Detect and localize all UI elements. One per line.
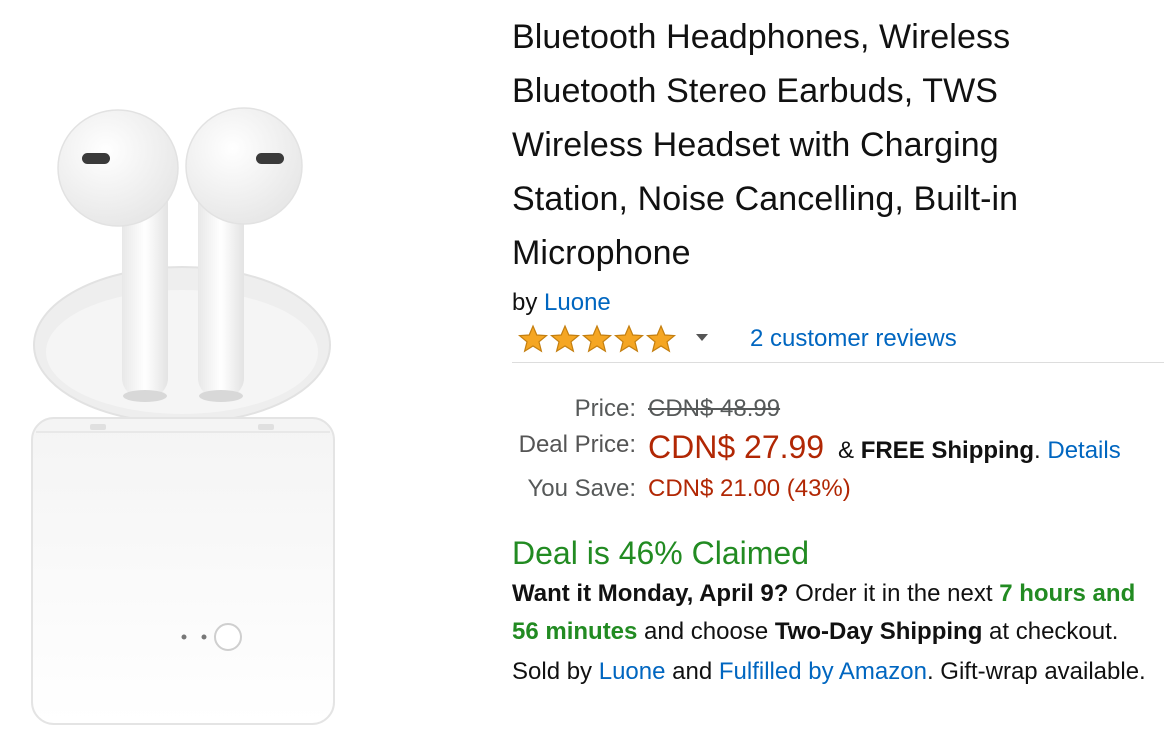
deal-price-value: CDN$ 27.99 [648, 429, 825, 465]
delivery-shipping-method: Two-Day Shipping [774, 618, 983, 645]
price-label: Price: [574, 395, 636, 422]
customer-reviews-link[interactable]: 2 customer reviews [750, 324, 957, 354]
you-save-value: CDN$ 21.00 (43%) [648, 475, 851, 502]
fulfilled-by-amazon-link[interactable]: Fulfilled by Amazon [719, 658, 927, 685]
earbuds-with-charging-case-image[interactable] [0, 0, 490, 756]
product-title-line: Bluetooth Headphones, Wireless [512, 18, 1011, 56]
byline-prefix: by [512, 289, 538, 316]
delivery-message: Want it Monday, April 9? Order it in the… [512, 575, 1152, 651]
delivery-choose-text: and choose [637, 618, 775, 645]
you-save-row: You Save: CDN$ 21.00 (43%) [512, 471, 1162, 511]
product-title: Bluetooth Headphones, Wireless Bluetooth… [512, 10, 1162, 280]
list-price-value: CDN$ 48.99 [648, 395, 781, 422]
price-block: Price: CDN$ 48.99 Deal Price: CDN$ 27.99… [512, 391, 1162, 511]
delivery-checkout-text: at checkout. [982, 618, 1119, 645]
sold-by-prefix: Sold by [512, 658, 599, 685]
delivery-date: Want it Monday, April 9? [512, 580, 789, 607]
product-title-line: Wireless Headset with Charging [512, 126, 999, 164]
shipping-details-link[interactable]: Details [1047, 437, 1120, 464]
star-rating[interactable] [518, 324, 678, 354]
seller-info: Sold by Luone and Fulfilled by Amazon. G… [512, 653, 1152, 691]
gift-wrap-text: . Gift-wrap available. [926, 658, 1146, 685]
product-title-line: Station, Noise Cancelling, Built-in [512, 180, 1019, 218]
product-title-line: Bluetooth Stereo Earbuds, TWS [512, 72, 999, 110]
brand-link[interactable]: Luone [544, 289, 611, 316]
delivery-order-text: Order it in the next [788, 580, 1000, 607]
product-info: Bluetooth Headphones, Wireless Bluetooth… [512, 10, 1164, 691]
deal-price-row: Deal Price: CDN$ 27.99 & FREE Shipping. … [512, 429, 1162, 471]
shipping-prefix: & [838, 437, 855, 464]
product-image-pane[interactable] [0, 0, 490, 756]
chevron-down-icon[interactable] [696, 334, 708, 341]
list-price-row: Price: CDN$ 48.99 [512, 391, 1162, 431]
seller-and-text: and [665, 658, 719, 685]
seller-link[interactable]: Luone [599, 658, 666, 685]
deal-price-label: Deal Price: [518, 431, 636, 458]
you-save-label: You Save: [527, 475, 636, 502]
byline: by Luone [512, 288, 1162, 318]
deal-claimed-status: Deal is 46% Claimed [512, 535, 810, 571]
shipping-period: . [1034, 437, 1041, 464]
shipping-info: & FREE Shipping. Details [838, 437, 1121, 465]
divider [512, 362, 1164, 363]
rating-row: 2 customer reviews [512, 320, 1162, 358]
product-title-line: Microphone [512, 234, 691, 272]
free-shipping-text: FREE Shipping [860, 437, 1035, 464]
five-stars-icon [518, 324, 677, 353]
